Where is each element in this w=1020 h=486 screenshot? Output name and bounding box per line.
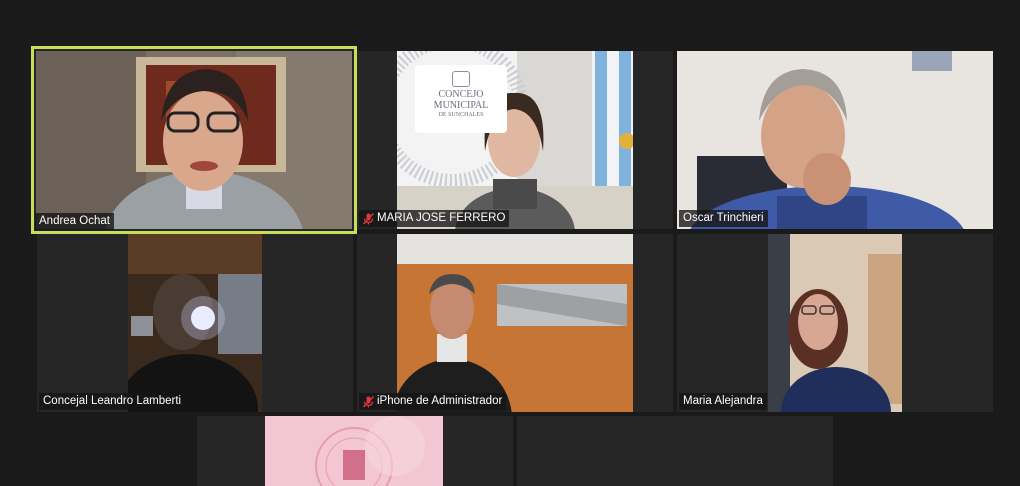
participant-tile-maria-jose[interactable]: CONCEJO MUNICIPAL DE SUNCHALES MARIA JOS…: [357, 51, 673, 229]
participant-name: Andrea Ochat: [39, 215, 110, 227]
logo-line-3: DE SUNCHALES: [438, 112, 484, 118]
participant-name-tag: iPhone de Administrador: [359, 393, 507, 410]
logo-seal-icon: [452, 71, 470, 87]
video-feed: [265, 416, 443, 486]
muted-mic-icon: [363, 395, 374, 407]
participant-name-tag: Oscar Trinchieri: [679, 210, 768, 227]
participant-tile-oscar[interactable]: Oscar Trinchieri: [677, 51, 993, 229]
video-feed: [768, 234, 902, 412]
participant-name: Maria Alejandra: [683, 395, 763, 407]
municipal-seal-icon: [315, 416, 425, 486]
video-feed: CONCEJO MUNICIPAL DE SUNCHALES: [397, 51, 633, 229]
video-frame: [677, 51, 993, 229]
video-feed: [36, 51, 352, 229]
video-feed: [128, 234, 262, 412]
logo-line-2: MUNICIPAL: [433, 100, 489, 111]
participant-tile-andrea[interactable]: Andrea Ochat: [31, 46, 357, 234]
participant-name-tag: Maria Alejandra: [679, 393, 767, 410]
participant-name: Concejal Leandro Lamberti: [43, 395, 182, 407]
meeting-gallery: { "participants": [ {"name": "Andrea Och…: [0, 0, 1020, 486]
logo-line-1: CONCEJO: [438, 89, 484, 100]
participant-tile-empty[interactable]: [517, 416, 833, 486]
video-frame: [128, 234, 262, 412]
video-frame: [397, 234, 633, 412]
participant-name-tag: Andrea Ochat: [35, 213, 114, 230]
participant-tile-iphone[interactable]: iPhone de Administrador: [357, 234, 673, 412]
participant-name: Oscar Trinchieri: [683, 212, 764, 224]
participant-name-tag: Concejal Leandro Lamberti: [39, 393, 186, 410]
video-feed: [677, 51, 993, 229]
participant-tile-maria-alejandra[interactable]: Maria Alejandra: [677, 234, 993, 412]
video-frame: [36, 51, 352, 229]
participant-name: MARIA JOSE FERRERO: [377, 212, 506, 224]
participant-name: iPhone de Administrador: [377, 395, 503, 407]
concejo-logo: CONCEJO MUNICIPAL DE SUNCHALES: [415, 65, 507, 133]
participant-tile-banner[interactable]: [197, 416, 513, 486]
participant-tile-leandro[interactable]: Concejal Leandro Lamberti: [37, 234, 353, 412]
video-frame: [768, 234, 902, 412]
participant-name-tag: MARIA JOSE FERRERO: [359, 210, 510, 227]
video-feed: [397, 234, 633, 412]
muted-mic-icon: [363, 212, 374, 224]
